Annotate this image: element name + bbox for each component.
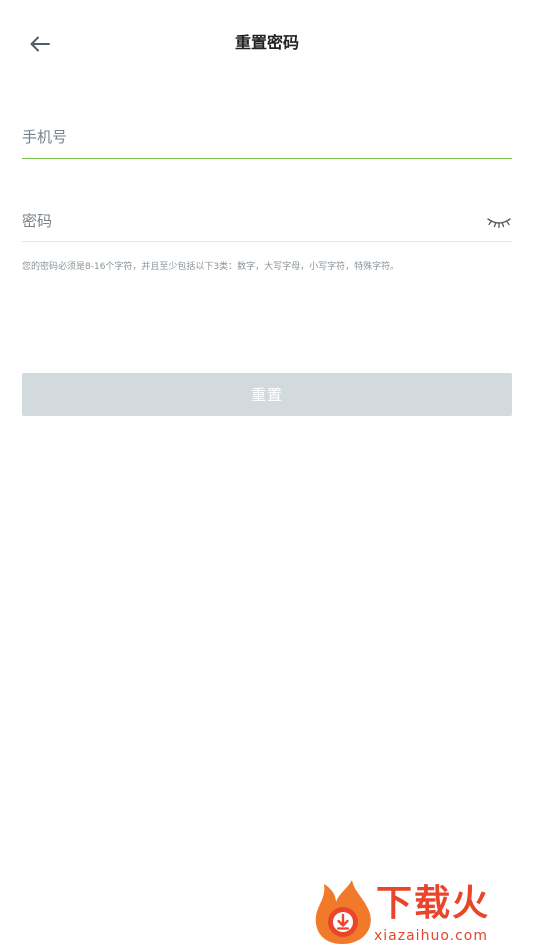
page-title: 重置密码 — [234, 33, 299, 52]
watermark-url: xiazaihuo.com — [374, 928, 488, 944]
nav-bar: 重置密码 — [0, 0, 534, 88]
reset-button[interactable]: 重置 — [22, 373, 512, 416]
password-input[interactable] — [22, 202, 462, 240]
watermark-brand: 下载火 — [376, 883, 491, 924]
phone-field — [22, 118, 512, 159]
phone-input[interactable] — [22, 118, 462, 156]
password-visibility-toggle[interactable] — [486, 212, 512, 232]
watermark-logo: 下载火 xiazaihuo.com — [312, 878, 528, 948]
password-hint: 您的密码必须是8-16个字符，并且至少包括以下3类：数字，大写字母，小写字符，特… — [22, 262, 400, 272]
password-field — [22, 202, 512, 242]
flame-download-icon — [315, 880, 371, 944]
eye-closed-icon — [487, 218, 511, 229]
